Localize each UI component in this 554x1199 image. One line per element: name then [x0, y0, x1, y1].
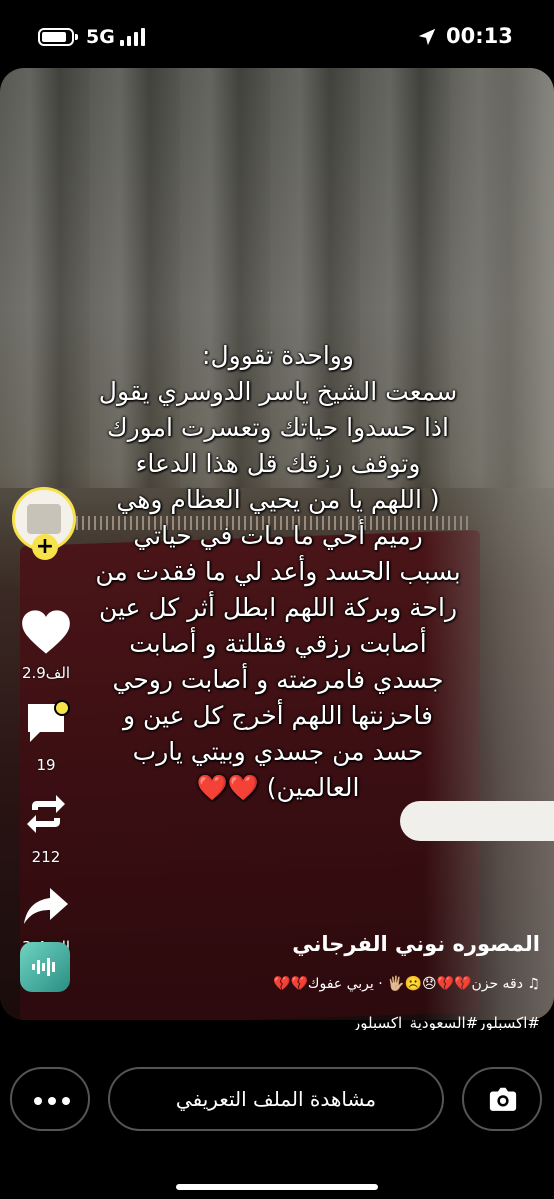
heart-icon[interactable] [20, 608, 72, 656]
status-bar: 5G 00:13 [0, 0, 554, 70]
share-icon[interactable] [20, 882, 72, 930]
comment-count: 19 [36, 756, 56, 774]
overlay-text-line: فاحزنتها اللهم أخرج كل عين و [123, 701, 433, 730]
location-arrow-icon [418, 28, 436, 46]
overlay-text-line: أصابت رزقي فقللتة و أصابت [129, 629, 427, 658]
background-shape [400, 801, 554, 841]
overlay-text-line: راحة وبركة اللهم ابطل أثر كل عين [98, 593, 458, 622]
overlay-text-line: جسدي فامرضته و أصابت روحي [112, 665, 444, 694]
overlay-text-line: العالمين) ❤️❤️ [196, 773, 360, 802]
repost-icon[interactable] [20, 790, 72, 838]
view-profile-button[interactable]: مشاهدة الملف التعريفي [108, 1067, 444, 1131]
overlay-text-line: سمعت الشيخ ياسر الدوسري يقول [98, 377, 458, 406]
video-overlay-text: وواحدة تقوول: سمعت الشيخ ياسر الدوسري يقو… [70, 338, 486, 806]
repost-count: 212 [31, 848, 61, 866]
follow-plus-button[interactable]: + [32, 534, 58, 560]
overlay-text-line: وتوقف رزقك قل هذا الدعاء [135, 449, 421, 478]
sound-disc[interactable] [20, 942, 70, 992]
more-options-button[interactable] [10, 1067, 90, 1131]
comment-icon[interactable] [20, 698, 72, 746]
overlay-text-line: حسد من جسدي وبيتي يارب [132, 737, 424, 766]
sound-wave-icon [32, 958, 55, 976]
battery-icon [38, 28, 78, 46]
overlay-text-line: رميم أحي ما مات في حياتي [133, 521, 423, 550]
overlay-text-line: وواحدة تقوول: [202, 341, 354, 370]
network-type: 5G [86, 26, 115, 48]
home-indicator[interactable] [176, 1184, 378, 1190]
overlay-text-line: بسبب الحسد وأعد لي ما فقدت من [95, 557, 461, 586]
sound-name[interactable]: ♫ دقه حزن💔💔😞☹️🖐🏼 · يربي عفوك💔💔 [273, 976, 540, 992]
camera-icon [489, 1087, 517, 1111]
overlay-text-line: اذا حسدوا حياتك وتعسرت امورك [106, 413, 449, 442]
camera-button[interactable] [462, 1067, 542, 1131]
video-player[interactable]: وواحدة تقوول: سمعت الشيخ ياسر الدوسري يقو… [0, 68, 554, 1020]
like-count: 2.9الف [21, 664, 71, 682]
signal-icon [120, 28, 152, 46]
status-time: 00:13 [446, 24, 513, 48]
author-name[interactable]: المصوره نوني الفرجاني [292, 932, 540, 956]
overlay-text-line: ( اللهم يا من يحيي العظام وهي [116, 485, 440, 514]
